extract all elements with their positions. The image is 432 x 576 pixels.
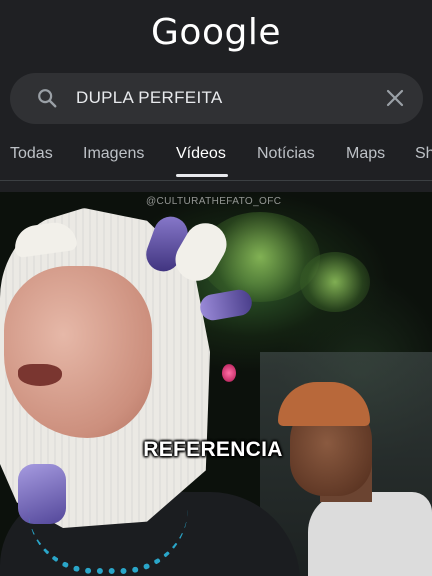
search-icon[interactable] — [36, 87, 58, 109]
tab-maps[interactable]: Maps — [346, 145, 385, 163]
video-frame[interactable]: @CULTURATHEFATO_OFC REFERENCIA — [0, 192, 432, 576]
horn-purple — [198, 287, 254, 323]
tab-todas[interactable]: Todas — [10, 145, 53, 163]
video-caption: REFERENCIA — [143, 438, 283, 461]
tab-imagens[interactable]: Imagens — [83, 145, 144, 163]
close-icon[interactable] — [385, 88, 405, 108]
search-tabs: Todas Imagens Vídeos Notícias Maps Sh — [0, 140, 432, 180]
search-input[interactable]: DUPLA PERFEITA — [76, 88, 223, 108]
search-bar[interactable]: DUPLA PERFEITA — [10, 73, 423, 124]
google-header: Google DUPLA PERFEITA Todas Imagens Víde… — [0, 0, 432, 192]
active-tab-indicator — [176, 174, 228, 177]
person-mouth — [18, 364, 62, 386]
tab-shopping[interactable]: Sh — [415, 145, 432, 163]
tabs-divider — [0, 180, 432, 181]
tab-noticias[interactable]: Notícias — [257, 145, 315, 163]
google-logo[interactable]: Google — [0, 12, 432, 53]
tab-videos[interactable]: Vídeos — [176, 145, 226, 163]
person-face — [4, 266, 152, 438]
man-shirt — [308, 492, 432, 576]
pink-light — [222, 364, 236, 382]
video-watermark: @CULTURATHEFATO_OFC — [146, 196, 282, 207]
tree-foliage — [300, 252, 370, 312]
